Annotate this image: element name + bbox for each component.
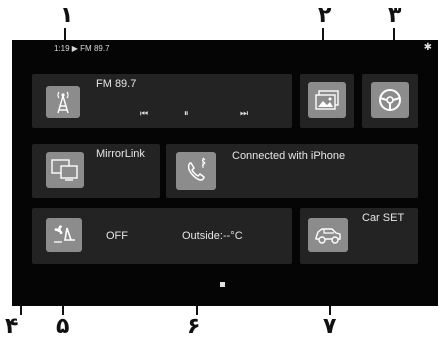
outside-temperature-label: Outside:--°C	[182, 230, 243, 242]
car-settings-label: Car SET	[362, 212, 405, 224]
callout-6: ۶	[187, 314, 201, 339]
mirrorlink-tile[interactable]: MirrorLink	[32, 144, 160, 198]
page-indicator[interactable]	[220, 282, 225, 287]
climate-status-label: OFF	[106, 230, 128, 242]
radio-tower-icon	[46, 86, 80, 118]
car-settings-tile[interactable]: Car SET	[300, 208, 418, 264]
monitor-icon	[46, 152, 84, 188]
callout-1: ۱	[60, 3, 74, 28]
bluetooth-icon: ✱	[423, 42, 432, 53]
car-icon	[308, 218, 348, 252]
head-unit-screen: 1:19 ▶ FM 89.7 ✱ FM 89.7 ⏮ ⏸ ⏭ MirrorLin…	[12, 40, 438, 306]
callout-3: ۳	[388, 3, 402, 28]
next-track-button[interactable]: ⏭	[240, 108, 248, 119]
radio-station-label: FM 89.7	[96, 78, 137, 90]
phone-connection-label: Connected with iPhone	[232, 150, 346, 162]
callout-7: ۷	[323, 314, 337, 339]
phone-icon	[176, 152, 216, 190]
radio-tile[interactable]: FM 89.7 ⏮ ⏸ ⏭	[32, 74, 292, 128]
callout-5: ۵	[56, 314, 70, 339]
callout-4: ۴	[5, 314, 19, 339]
status-bar-text: 1:19 ▶ FM 89.7	[54, 44, 110, 53]
fan-seat-icon	[46, 218, 82, 252]
phone-tile[interactable]: Connected with iPhone	[166, 144, 418, 198]
climate-tile[interactable]: OFF Outside:--°C	[32, 208, 292, 264]
pause-button[interactable]: ⏸	[184, 108, 189, 119]
gallery-tile[interactable]	[300, 74, 354, 128]
settings-tile[interactable]	[362, 74, 418, 128]
gallery-icon	[308, 82, 346, 118]
steering-wheel-icon	[371, 82, 409, 118]
previous-track-button[interactable]: ⏮	[140, 108, 148, 119]
callout-2: ۲	[318, 3, 332, 28]
mirrorlink-label: MirrorLink	[96, 148, 145, 160]
